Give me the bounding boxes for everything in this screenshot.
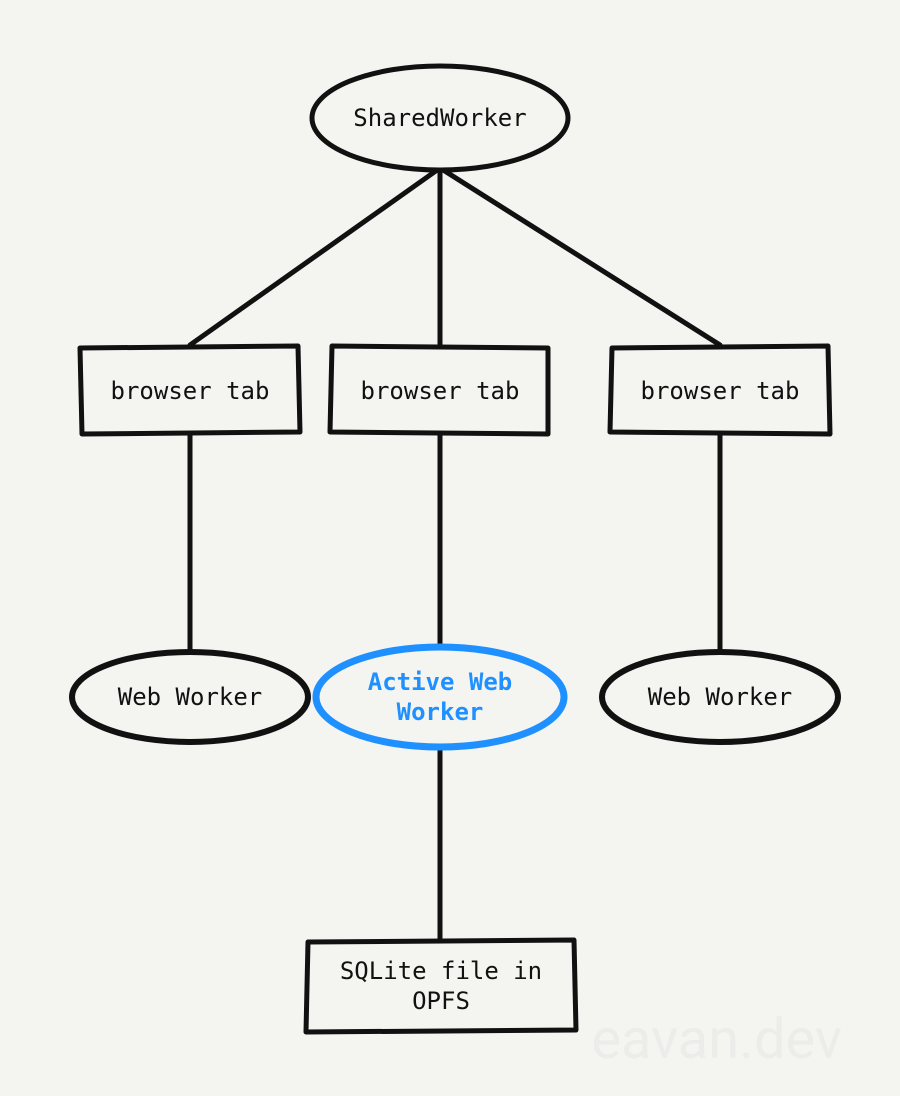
- label-tab-1: browser tab: [82, 348, 298, 434]
- label-worker-2: Active Web Worker: [320, 666, 560, 728]
- label-sqlite: SQLite file in OPFS: [308, 942, 574, 1030]
- edge-shared-to-tab1: [190, 168, 440, 345]
- label-worker-3: Web Worker: [602, 677, 838, 717]
- edge-shared-to-tab3: [440, 168, 720, 345]
- label-tab-3: browser tab: [612, 348, 828, 434]
- label-shared-worker: SharedWorker: [312, 98, 568, 138]
- label-tab-2: browser tab: [332, 348, 548, 434]
- diagram-canvas: [0, 0, 900, 1096]
- label-worker-1: Web Worker: [72, 677, 308, 717]
